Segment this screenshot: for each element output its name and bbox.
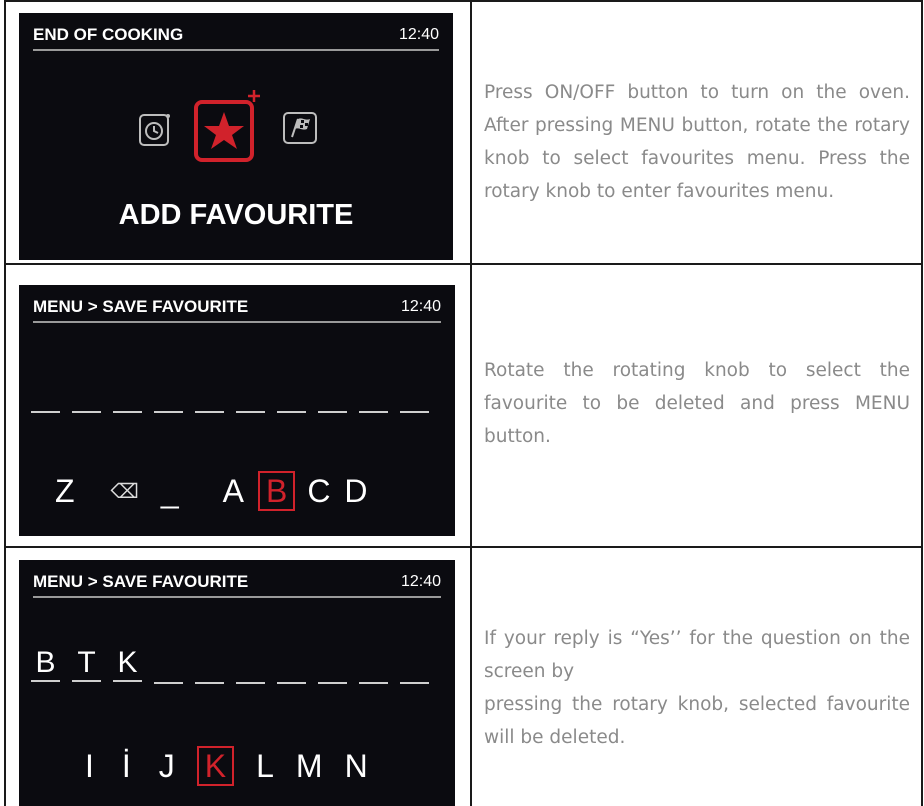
letter-option: D (344, 472, 368, 509)
letter-selector: Z ⌫ _ A B C D (55, 471, 368, 511)
screen-label: ADD FAVOURITE (118, 199, 354, 231)
letter-option: İ (121, 747, 131, 784)
letter-option: C (307, 472, 331, 509)
star-favourite-icon (194, 90, 260, 162)
name-slot (113, 411, 142, 413)
table-row-divider-2 (4, 546, 923, 548)
name-slot (359, 411, 388, 413)
name-slot (318, 682, 347, 684)
name-slot (277, 682, 306, 684)
header-divider (33, 596, 441, 598)
screen-title: MENU > SAVE FAVOURITE (33, 572, 249, 591)
screen-title: MENU > SAVE FAVOURITE (33, 297, 249, 316)
screen-header: MENU > SAVE FAVOURITE 12:40 (33, 295, 441, 319)
name-entry-slots (154, 682, 429, 684)
letter-option: N (344, 747, 368, 784)
screen-header: MENU > SAVE FAVOURITE 12:40 (33, 570, 441, 594)
header-divider (33, 49, 439, 51)
letter-selector: I İ J K L M N (85, 746, 368, 786)
letter-option: M (295, 747, 323, 784)
name-slot (277, 411, 306, 413)
oven-screen-save-favourite-named: MENU > SAVE FAVOURITE 12:40 B T K I İ J … (19, 560, 455, 806)
description-text: If your reply is “Yes’’ for the question… (484, 628, 910, 682)
table-column-divider (470, 0, 472, 806)
description-text: pressing the rotary knob, selected favou… (484, 694, 910, 748)
timer-icon (139, 114, 170, 146)
table-row-divider-1 (4, 263, 923, 265)
table-border-top (4, 0, 923, 2)
instruction-table: END OF COOKING 12:40 ADD FAVOURITE Press… (0, 0, 924, 806)
name-slot (359, 682, 388, 684)
screen-clock: 12:40 (398, 26, 439, 43)
oven-screen-save-favourite-empty: MENU > SAVE FAVOURITE 12:40 Z ⌫ _ A B C … (19, 285, 455, 536)
description-text: Press ON/OFF button to turn on the oven.… (484, 82, 910, 202)
space-option: _ (160, 472, 179, 509)
name-slot (236, 682, 265, 684)
screen-clock: 12:40 (400, 573, 441, 590)
description-text: Rotate the rotating knob to select the f… (484, 360, 910, 447)
letter-option: L (256, 747, 274, 784)
screen-title: END OF COOKING (33, 25, 184, 44)
name-slot (318, 411, 347, 413)
letter-option: J (158, 747, 175, 784)
screen-clock: 12:40 (400, 298, 441, 315)
letter-option: A (222, 472, 244, 509)
name-slot (195, 411, 224, 413)
letter-option: I (85, 747, 94, 784)
table-border-right (921, 0, 923, 806)
name-slot (154, 411, 183, 413)
name-slot (236, 411, 265, 413)
finish-flag-icon (283, 112, 317, 144)
row-3-description: If your reply is “Yes’’ for the question… (484, 622, 910, 754)
name-slot (154, 682, 183, 684)
entered-name: B T K (31, 646, 154, 682)
backspace-icon: ⌫ (110, 480, 139, 503)
entered-letter: K (113, 646, 142, 682)
letter-option-selected: K (196, 746, 235, 786)
row-2-description: Rotate the rotating knob to select the f… (484, 354, 910, 453)
name-entry-slots (31, 411, 429, 413)
entered-letter: B (31, 646, 60, 682)
oven-screen-add-favourite: END OF COOKING 12:40 ADD FAVOURITE (19, 13, 453, 260)
name-slot (195, 682, 224, 684)
name-slot (400, 411, 429, 413)
screen-header: END OF COOKING 12:40 (33, 23, 439, 47)
letter-option-selected: B (257, 471, 296, 511)
row-1-description: Press ON/OFF button to turn on the oven.… (484, 76, 910, 208)
name-slot (72, 411, 101, 413)
name-slot (31, 411, 60, 413)
letter-option: Z (55, 472, 75, 509)
entered-letter: T (72, 646, 101, 682)
name-slot (400, 682, 429, 684)
table-border-left (4, 0, 6, 806)
header-divider (33, 321, 441, 323)
